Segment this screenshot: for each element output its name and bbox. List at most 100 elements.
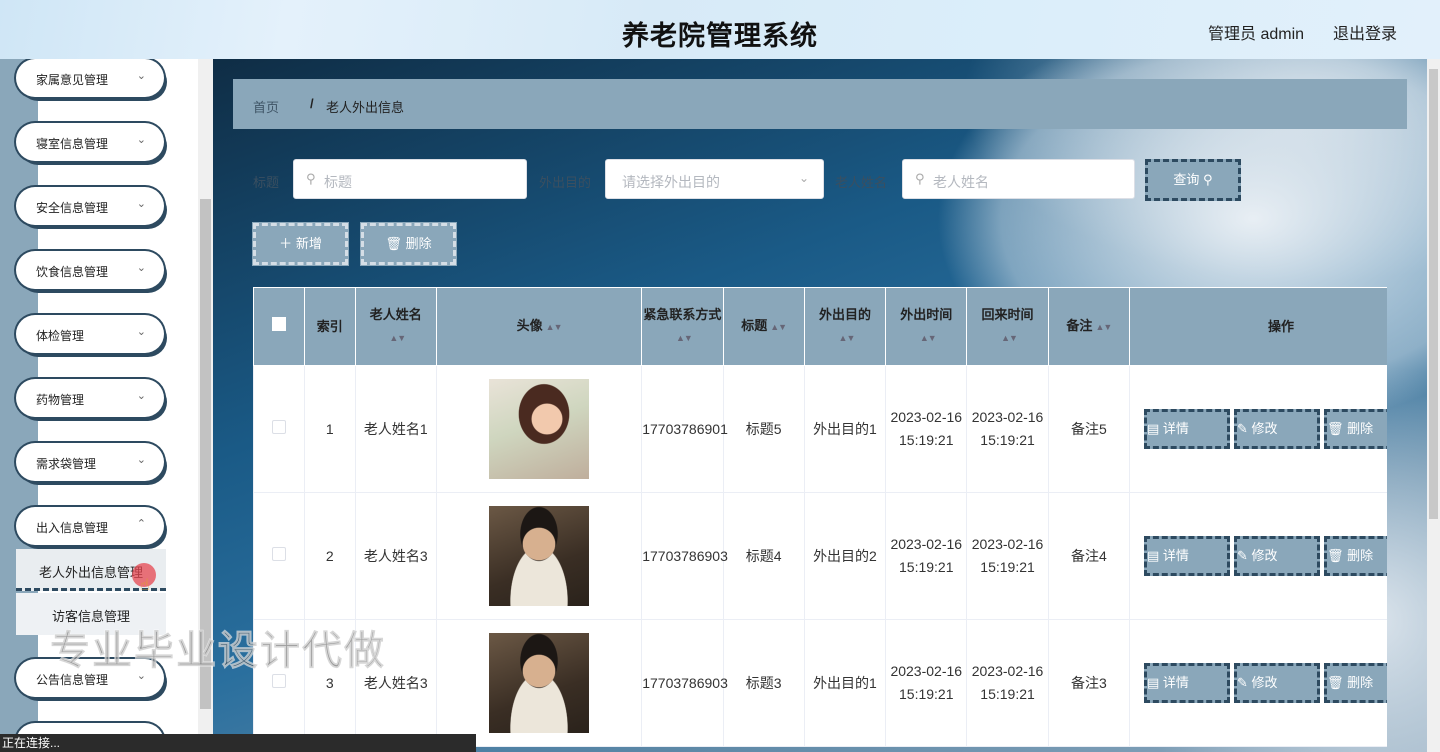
sidebar-item-label: 需求袋管理 <box>36 457 97 471</box>
cell-index: 1 <box>303 365 356 493</box>
avatar <box>489 633 590 733</box>
col-phone-label: 紧急联系方式 <box>643 307 722 322</box>
top-header: 养老院管理系统 管理员 admin 退出登录 <box>0 0 1440 59</box>
sort-icon[interactable]: ▲▼ <box>676 333 693 343</box>
chevron-down-icon: ⌄ <box>136 198 146 210</box>
document-icon: ▤ <box>1147 548 1160 563</box>
cell-return-time: 2023-02-16 15:19:21 <box>966 365 1049 493</box>
page-scrollbar-thumb[interactable] <box>1429 69 1438 519</box>
query-button-label: 查询 <box>1173 172 1200 187</box>
cell-ops: ▤ 详情 ✎ 修改 🗑 删除 <box>1129 619 1387 747</box>
edit-button[interactable]: ✎ 修改 <box>1234 536 1320 576</box>
detail-button[interactable]: ▤ 详情 <box>1144 663 1230 703</box>
avatar <box>489 506 590 606</box>
detail-button-label: 详情 <box>1162 421 1189 436</box>
query-button[interactable]: 查询 ⚲ <box>1145 159 1241 201</box>
row-checkbox[interactable] <box>271 546 286 561</box>
purpose-select[interactable]: 请选择外出目的 ⌄ <box>605 159 824 199</box>
col-ops: 操作 <box>1129 287 1387 366</box>
sidebar-item-safety[interactable]: 安全信息管理 ⌄ <box>16 187 164 225</box>
sidebar-item-dorm[interactable]: 寝室信息管理 ⌄ <box>16 123 164 161</box>
sidebar-item-label: 药物管理 <box>36 393 85 407</box>
cell-purpose: 外出目的1 <box>803 619 887 747</box>
batch-delete-button[interactable]: 🗑 删除 <box>361 223 456 265</box>
detail-button[interactable]: ▤ 详情 <box>1144 409 1230 449</box>
watermark-text: 专业毕业设计代做 <box>50 629 386 674</box>
sidebar-item-label: 寝室信息管理 <box>36 137 109 151</box>
col-purpose[interactable]: 外出目的 ▲▼ <box>803 287 887 366</box>
sort-icon[interactable]: ▲▼ <box>389 333 406 343</box>
title-search-input[interactable]: ⚲ 标题 <box>293 159 527 199</box>
edit-button-label: 修改 <box>1251 675 1278 690</box>
document-icon: ▤ <box>1147 675 1160 690</box>
avatar <box>489 379 590 479</box>
breadcrumb-home[interactable]: 首页 <box>253 97 279 116</box>
col-title-label: 标题 <box>741 318 768 333</box>
delete-button[interactable]: 🗑 删除 <box>1324 536 1387 576</box>
delete-button[interactable]: 🗑 删除 <box>1324 409 1387 449</box>
sidebar-item-in-out[interactable]: 出入信息管理 ⌃ <box>16 507 164 545</box>
col-phone[interactable]: 紧急联系方式 ▲▼ <box>641 287 724 366</box>
detail-button-label: 详情 <box>1162 548 1189 563</box>
edit-button[interactable]: ✎ 修改 <box>1234 409 1320 449</box>
search-icon: ⚲ <box>915 171 925 186</box>
sidebar-item-family-feedback[interactable]: 家属意见管理 ⌄ <box>16 59 164 97</box>
col-return-time[interactable]: 回来时间 ▲▼ <box>966 287 1049 366</box>
delete-button[interactable]: 🗑 删除 <box>1324 663 1387 703</box>
sidebar-item-diet[interactable]: 饮食信息管理 ⌄ <box>16 251 164 289</box>
cell-ops: ▤ 详情 ✎ 修改 🗑 删除 <box>1129 365 1387 493</box>
sidebar-item-checkup[interactable]: 体检管理 ⌄ <box>16 315 164 353</box>
cell-note: 备注3 <box>1047 619 1131 747</box>
cell-phone: 17703786901 <box>641 365 728 493</box>
sort-icon[interactable]: ▲▼ <box>770 322 787 332</box>
col-title[interactable]: 标题 ▲▼ <box>722 287 805 366</box>
browser-status-bar: 正在连接... <box>0 734 476 752</box>
delete-button-label: 删除 <box>1347 548 1374 563</box>
col-out-time[interactable]: 外出时间 ▲▼ <box>885 287 968 366</box>
purpose-filter-label: 外出目的 <box>539 175 592 190</box>
cell-out-time: 2023-02-16 15:19:21 <box>885 365 968 493</box>
table-row: 1 老人姓名1 17703786901 标题5 外出目的1 2023-02-16… <box>253 365 1387 493</box>
sort-icon[interactable]: ▲▼ <box>1095 322 1112 332</box>
detail-button-label: 详情 <box>1162 675 1189 690</box>
sort-icon[interactable]: ▲▼ <box>546 322 563 332</box>
sidebar-item-needs[interactable]: 需求袋管理 ⌄ <box>16 443 164 481</box>
chevron-down-icon: ⌄ <box>136 134 146 146</box>
sidebar-item-label: 家属意见管理 <box>36 73 109 87</box>
add-button[interactable]: ＋ 新增 <box>253 223 348 265</box>
cell-purpose: 外出目的1 <box>803 365 887 493</box>
sort-icon[interactable]: ▲▼ <box>920 333 937 343</box>
detail-button[interactable]: ▤ 详情 <box>1144 536 1230 576</box>
logout-link[interactable]: 退出登录 <box>1333 20 1397 44</box>
name-search-input[interactable]: ⚲ 老人姓名 <box>902 159 1135 199</box>
trash-icon: 🗑 <box>1327 675 1344 690</box>
sidebar-subitem-elder-outing[interactable]: 老人外出信息管理 ☝ <box>16 549 166 594</box>
current-user: 管理员 admin <box>1208 26 1305 43</box>
sidebar-item-medicine[interactable]: 药物管理 ⌄ <box>16 379 164 417</box>
col-name[interactable]: 老人姓名 ▲▼ <box>354 287 437 366</box>
add-button-label: 新增 <box>295 236 322 251</box>
sort-icon[interactable]: ▲▼ <box>839 333 856 343</box>
col-avatar[interactable]: 头像 ▲▼ <box>435 287 643 366</box>
delete-button-label: 删除 <box>1347 421 1374 436</box>
cell-avatar <box>435 619 643 747</box>
sidebar-item-label: 饮食信息管理 <box>36 265 109 279</box>
table-row: 2 老人姓名3 17703786903 标题4 外出目的2 2023-02-16… <box>253 492 1387 620</box>
chevron-up-icon: ⌃ <box>136 518 146 530</box>
search-icon: ⚲ <box>306 171 316 186</box>
select-all-checkbox[interactable] <box>271 316 286 331</box>
pencil-icon: ✎ <box>1237 675 1248 690</box>
col-purpose-label: 外出目的 <box>818 307 871 322</box>
page-scrollbar[interactable] <box>1427 59 1440 752</box>
hand-cursor-icon: ☝ <box>140 577 150 594</box>
breadcrumb-separator: / <box>310 96 314 111</box>
chevron-down-icon: ⌄ <box>136 70 146 82</box>
data-table-container: 索引 老人姓名 ▲▼ 头像 ▲▼ 紧急联系方式▲▼ 标题 ▲▼ 外出目的 ▲▼ 外出时间… <box>253 287 1387 752</box>
breadcrumb-current: 老人外出信息 <box>326 100 405 115</box>
sort-icon[interactable]: ▲▼ <box>1001 333 1018 343</box>
edit-button[interactable]: ✎ 修改 <box>1234 663 1320 703</box>
cell-name: 老人姓名3 <box>354 492 437 620</box>
edit-button-label: 修改 <box>1251 548 1278 563</box>
col-note[interactable]: 备注 ▲▼ <box>1047 287 1131 366</box>
row-checkbox[interactable] <box>271 419 286 434</box>
